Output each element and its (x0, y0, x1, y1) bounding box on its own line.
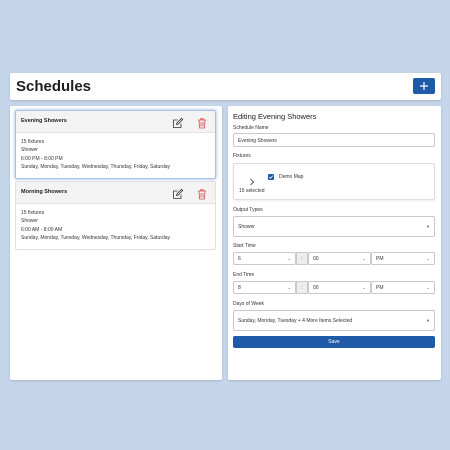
chevron-down-icon: ⌄ (426, 256, 430, 261)
fixture-count: 15 fixtures (21, 139, 45, 145)
trash-icon (198, 118, 206, 129)
schedule-editor-panel: Editing Evening Showers Schedule Name Ev… (228, 106, 441, 380)
fixture-count: 15 fixtures (21, 210, 45, 216)
schedule-name: Morning Showers (21, 189, 68, 195)
chevron-down-icon: ⌄ (287, 285, 291, 290)
start-minute-select[interactable]: 00 ⌄ (308, 252, 371, 265)
output-types-select[interactable]: Shower ▼ (233, 216, 435, 237)
output-type: Shower (21, 147, 38, 154)
schedule-name-input[interactable]: Evening Showers (233, 133, 435, 147)
fixture-tree-item-label: Demo Map (279, 174, 304, 180)
schedule-card-body: 15 fixtures Shower 6:00 AM - 8:00 AM Sun… (16, 204, 215, 249)
schedule-card-morning[interactable]: Morning Showers 15 fixtures Shower 6:00 … (15, 181, 216, 250)
days-of-week-label: Days of Week (233, 301, 265, 307)
schedule-list-panel: Evening Showers 15 fixtures Shower 6:00 … (10, 106, 222, 380)
edit-icon (173, 188, 184, 199)
start-time-label: Start Time (233, 243, 256, 249)
check-icon (268, 175, 274, 179)
time-range: 6:00 PM - 8:00 PM (21, 155, 63, 162)
end-hour-value: 8 (238, 284, 241, 291)
days-list: Sunday, Monday, Tuesday, Wednesday, Thur… (21, 235, 171, 242)
chevron-down-icon: ⌄ (362, 285, 366, 290)
start-minute-value: 00 (313, 255, 319, 262)
time-separator: : (296, 252, 308, 265)
demo-map-checkbox[interactable] (268, 174, 274, 180)
schedule-card-evening[interactable]: Evening Showers 15 fixtures Shower 6:00 … (15, 110, 216, 179)
chevron-down-icon: ⌄ (426, 285, 430, 290)
delete-button[interactable] (196, 187, 208, 200)
edit-button[interactable] (172, 187, 184, 199)
schedule-card-body: 15 fixtures Shower 6:00 PM - 8:00 PM Sun… (16, 133, 215, 178)
start-hour-value: 6 (238, 255, 241, 262)
page-title: Schedules (16, 78, 92, 95)
edit-button[interactable] (172, 116, 184, 128)
caret-down-icon: ▼ (426, 318, 430, 323)
add-schedule-button[interactable] (413, 78, 435, 94)
start-hour-select[interactable]: 6 ⌄ (233, 252, 296, 265)
chevron-down-icon: ⌄ (362, 256, 366, 261)
start-ampm-value: PM (376, 255, 384, 262)
editor-title: Editing Evening Showers (233, 112, 317, 121)
output-type-value: Shower (238, 223, 255, 230)
save-button[interactable]: Save (233, 336, 435, 348)
delete-button[interactable] (196, 116, 208, 129)
start-ampm-select[interactable]: PM ⌄ (371, 252, 435, 265)
output-type: Shower (21, 218, 38, 225)
end-ampm-select[interactable]: PM ⌄ (371, 281, 435, 294)
schedule-name-value: Evening Showers (238, 138, 277, 144)
days-of-week-select[interactable]: Sunday, Monday, Tuesday + 4 More Items S… (233, 310, 435, 331)
end-hour-select[interactable]: 8 ⌄ (233, 281, 296, 294)
days-of-week-value: Sunday, Monday, Tuesday + 4 More Items S… (238, 317, 353, 324)
fixtures-label: Fixtures (233, 153, 251, 159)
end-time-label: End Time (233, 272, 255, 278)
end-ampm-value: PM (376, 284, 384, 291)
schedule-card-header: Morning Showers (16, 182, 215, 204)
schedule-name: Evening Showers (21, 118, 67, 124)
caret-down-icon: ▼ (426, 224, 430, 229)
end-minute-value: 00 (313, 284, 319, 291)
days-list: Sunday, Monday, Tuesday, Wednesday, Thur… (21, 164, 171, 171)
end-minute-select[interactable]: 00 ⌄ (308, 281, 371, 294)
schedule-name-label: Schedule Name (233, 125, 269, 131)
trash-icon (198, 189, 206, 200)
fixture-tree: Demo Map 15 selected (233, 163, 435, 200)
edit-icon (173, 117, 184, 128)
output-types-label: Output Types (233, 207, 263, 213)
fixtures-selected-count: 15 selected (239, 188, 265, 194)
plus-icon (420, 82, 428, 90)
chevron-down-icon: ⌄ (287, 256, 291, 261)
chevron-right-icon (250, 178, 255, 186)
page-header: Schedules (10, 73, 441, 100)
expand-toggle[interactable] (248, 173, 256, 186)
schedule-card-header: Evening Showers (16, 111, 215, 133)
time-separator: : (296, 281, 308, 294)
time-range: 6:00 AM - 8:00 AM (21, 226, 63, 233)
